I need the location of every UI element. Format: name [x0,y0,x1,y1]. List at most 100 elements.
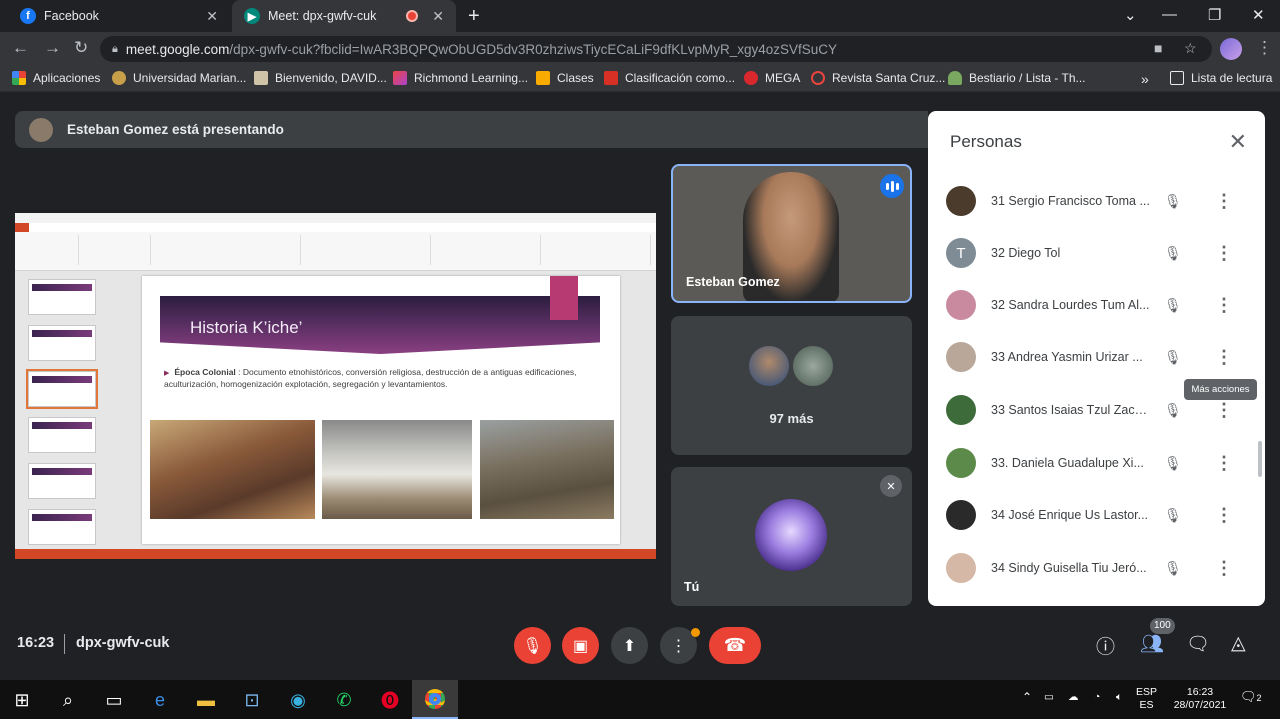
close-tab-icon[interactable]: ✕ [432,8,444,25]
more-actions-button[interactable]: ⋮ [1215,347,1233,368]
participant-row: 34 José Enrique Us Lastor... 🎙︎ ⋮ [928,489,1265,541]
more-actions-button[interactable]: ⋮ [1215,558,1233,579]
bookmark-clases[interactable]: Clases [536,71,594,85]
powerpoint-title-bar [15,213,656,223]
ribbon-group-editing [541,235,651,265]
maximize-button[interactable]: ❐ [1208,6,1221,24]
more-actions-button[interactable]: ⋮ [1215,453,1233,474]
camera-toggle-button[interactable]: ▣ [562,627,599,664]
more-participants-tile[interactable]: 97 más [671,316,912,455]
mic-off-icon: 🎙︎ [1164,192,1182,209]
self-video-tile[interactable]: ✕ Tú [671,467,912,606]
people-scrollbar[interactable] [1258,441,1262,477]
notification-center-icon[interactable]: 🗨︎2 [1240,690,1262,705]
meeting-details-button[interactable]: ⓘ [1096,632,1115,659]
close-window-button[interactable]: ✕ [1252,6,1265,24]
bookmark-mega[interactable]: MEGA [744,71,800,85]
bookmark-bienvenido[interactable]: Bienvenido, DAVID... [254,71,387,85]
file-explorer-icon[interactable]: ▬ [194,688,218,712]
bookmarks-bar: Aplicaciones Universidad Marian... Bienv… [0,66,1280,92]
menu-dots-icon[interactable]: ⋮ [1256,38,1273,58]
volume-icon[interactable]: 🔈︎ [1116,691,1122,704]
mic-toggle-button[interactable]: 🎙︎ [514,627,551,664]
tab-facebook[interactable]: f Facebook ✕ [8,0,230,32]
people-panel: Personas ✕ 31 Sergio Francisco Toma ... … [928,111,1265,606]
camera-off-icon: ▣ [572,637,589,655]
more-actions-button[interactable]: ⋮ [1215,505,1233,526]
blackboard-icon [254,71,268,85]
notification-count: 2 [1256,693,1262,703]
bookmark-universidad[interactable]: Universidad Marian... [112,71,246,85]
language-indicator[interactable]: ESP ES [1136,686,1157,712]
presenter-video-tile[interactable]: Esteban Gomez [671,164,912,303]
meeting-code[interactable]: dpx-gwfv-cuk [76,635,169,651]
edge-icon[interactable]: ◉ [286,688,310,712]
tab-meet[interactable]: ▶ Meet: dpx-gwfv-cuk ✕ [232,0,456,32]
present-screen-button[interactable]: ⬆ [611,627,648,664]
whatsapp-icon[interactable]: ✆ [332,688,356,712]
bestiario-icon [948,71,962,85]
leave-call-button[interactable]: ☎ [709,627,761,664]
participant-name: 34 José Enrique Us Lastor... [991,508,1149,522]
search-icon[interactable]: ⌕ [56,688,80,712]
profile-avatar[interactable] [1220,38,1242,60]
bookmark-label: Bienvenido, DAVID... [275,71,387,85]
close-icon[interactable]: ✕ [1229,129,1247,155]
new-tab-button[interactable]: + [468,5,480,28]
tab-search-icon[interactable]: ⌄ [1124,6,1137,24]
avatar-initial: T [956,244,966,262]
more-actions-button[interactable]: ⋮ [1215,295,1233,316]
bookmark-label: Revista Santa Cruz... [832,71,946,85]
tab-title: Facebook [44,9,99,23]
cloud-icon[interactable]: ☁ [1068,691,1079,704]
address-bar[interactable]: 🔒︎ meet.google.com /dpx-gwfv-cuk?fbclid=… [100,36,1212,62]
taskbar-clock[interactable]: 16:23 28/07/2021 [1170,686,1230,712]
tray-overflow-icon[interactable]: ⌃ [1022,691,1032,704]
more-actions-button[interactable]: ⋮ [1215,400,1233,421]
wifi-icon[interactable]: ◔ [1094,691,1100,704]
bookmark-revista[interactable]: Revista Santa Cruz... [811,71,945,85]
bookmark-star-icon[interactable]: ☆ [1184,40,1197,57]
university-icon [112,71,126,85]
minimize-button[interactable]: — [1162,6,1177,23]
participant-name: 32 Sandra Lourdes Tum Al... [991,298,1150,312]
bullet-label: Época Colonial [174,367,236,377]
activities-button[interactable]: ◬ [1231,632,1246,655]
back-button[interactable]: ← [12,38,29,58]
participant-name: 33 Andrea Yasmin Urizar ... [991,350,1143,364]
bookmark-label: Bestiario / Lista - Th... [969,71,1086,85]
more-bookmarks-icon[interactable]: » [1141,71,1149,87]
reload-button[interactable]: ↻ [74,38,88,58]
mic-off-icon: ✕ [880,475,902,497]
forward-button[interactable]: → [44,38,61,58]
close-tab-icon[interactable]: ✕ [206,8,218,25]
more-actions-button[interactable]: ⋮ [1215,191,1233,212]
edge-legacy-icon[interactable]: e [148,688,172,712]
reading-list-button[interactable]: Lista de lectura [1170,71,1272,85]
reading-list-icon [1170,71,1184,85]
task-view-icon[interactable]: ▭ [102,688,126,712]
windows-start-icon[interactable]: ⊞ [10,688,34,712]
bookmark-clasificacion[interactable]: Clasificación como... [604,71,735,85]
self-label: Tú [684,580,700,594]
bookmark-richmond[interactable]: Richmond Learning... [393,71,528,85]
url-path: /dpx-gwfv-cuk?fbclid=IwAR3BQPQwObUGD5dv3… [229,41,838,57]
mic-off-icon: 🎙︎ [1164,348,1182,365]
site-icon [604,71,618,85]
chat-button[interactable]: 🗨︎ [1186,632,1210,656]
mic-off-icon: 🎙︎ [1164,454,1182,471]
store-icon[interactable]: ⊡ [240,688,264,712]
battery-icon[interactable]: ▭ [1044,691,1054,704]
windows-taskbar: ⊞ ⌕ ▭ e ▬ ⊡ ◉ ✆ ⓿ ⌃ ▭ ☁ ◔ 🔈︎ ESP ES 16:23… [0,680,1280,719]
more-actions-button[interactable]: ⋮ [1215,243,1233,264]
slide-image-battle-painting [480,420,614,519]
facebook-icon: f [20,8,36,24]
presenting-banner: Esteban Gomez está presentando [15,111,928,148]
bookmark-bestiario[interactable]: Bestiario / Lista - Th... [948,71,1086,85]
bookmark-apps[interactable]: Aplicaciones [12,71,100,85]
chrome-icon[interactable] [412,680,458,719]
people-button[interactable]: 👥︎ [1140,632,1164,656]
pinterest-icon[interactable]: ⓿ [378,688,402,712]
chat-icon: 🗨︎ [1186,634,1211,655]
camera-icon[interactable]: ■ [1154,40,1162,56]
